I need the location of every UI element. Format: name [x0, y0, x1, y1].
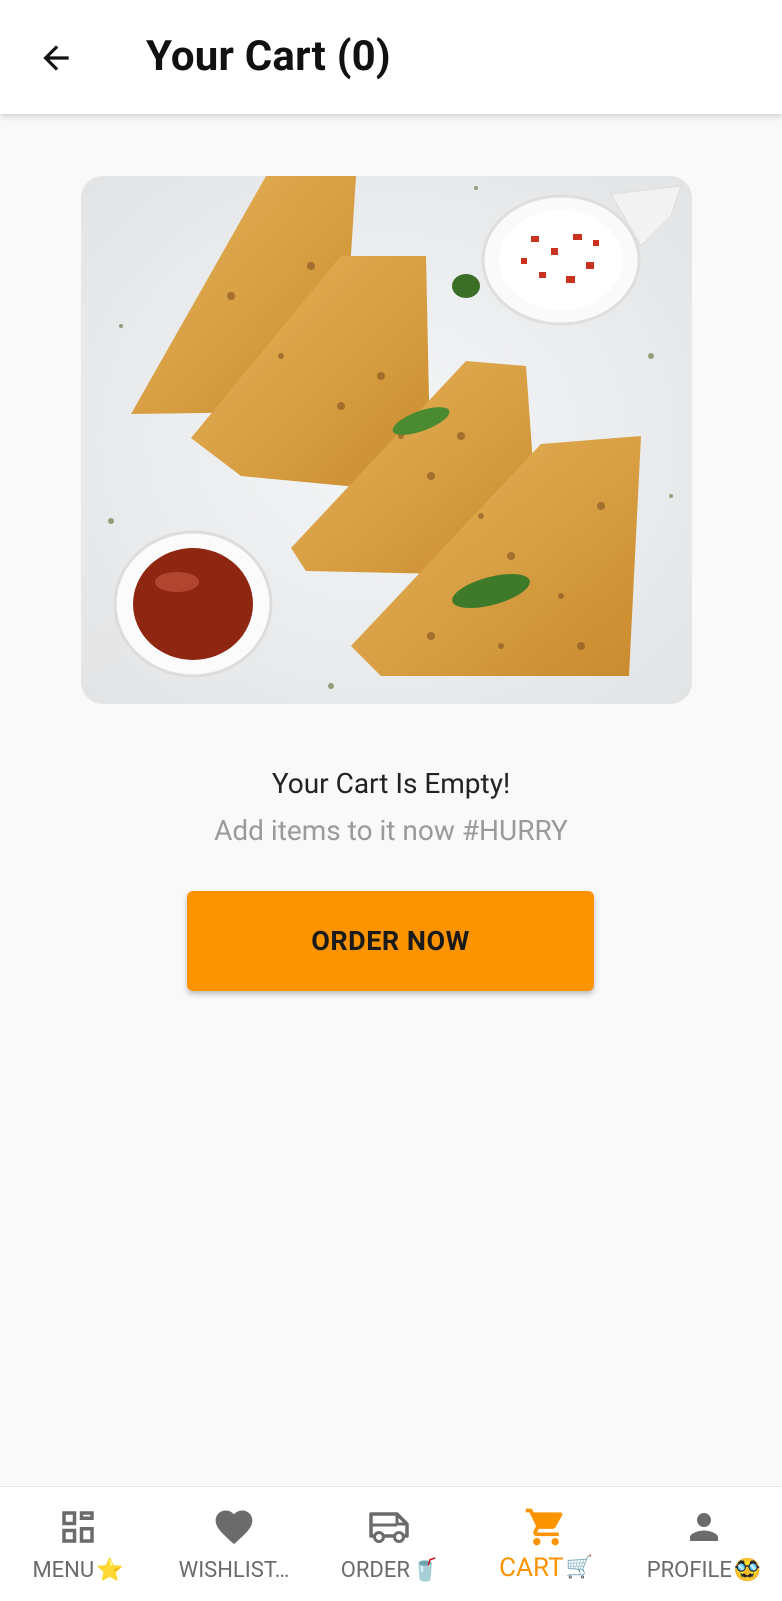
- shopping-cart-icon: [524, 1505, 568, 1549]
- back-button[interactable]: [26, 28, 86, 88]
- nav-label-cart: CART: [499, 1553, 564, 1583]
- star-emoji: ⭐: [96, 1558, 124, 1583]
- nav-label-profile: PROFILE: [646, 1558, 732, 1583]
- drink-emoji: 🥤: [411, 1558, 440, 1583]
- nav-item-menu[interactable]: MENU ⭐: [0, 1487, 156, 1601]
- nav-label-wishlist: WISHLIST…: [178, 1558, 290, 1583]
- page-title: Your Cart (0): [146, 32, 391, 81]
- nav-label-order: ORDER: [340, 1558, 410, 1583]
- empty-cart-food-image: [81, 176, 692, 704]
- nav-item-order[interactable]: ORDER 🥤: [312, 1487, 468, 1601]
- nav-label-menu: MENU: [32, 1558, 95, 1583]
- heart-icon: [212, 1505, 256, 1549]
- delivery-van-icon: [367, 1505, 413, 1549]
- menu-grid-icon: [57, 1505, 99, 1549]
- nav-item-wishlist[interactable]: WISHLIST…: [156, 1487, 312, 1601]
- empty-cart-subtitle: Add items to it now #HURRY: [214, 814, 568, 847]
- app-bar: Your Cart (0): [0, 0, 782, 114]
- bottom-navigation: MENU ⭐ WISHLIST… ORDER 🥤 CART 🛒 PROFILE …: [0, 1486, 782, 1601]
- person-icon: [683, 1505, 725, 1549]
- cart-emoji: 🛒: [565, 1555, 593, 1580]
- order-now-button[interactable]: ORDER NOW: [187, 891, 594, 991]
- disguise-emoji: 🥸: [733, 1558, 762, 1583]
- arrow-left-icon: [43, 45, 69, 71]
- nav-item-cart[interactable]: CART 🛒: [468, 1487, 624, 1601]
- nav-item-profile[interactable]: PROFILE 🥸: [626, 1487, 782, 1601]
- empty-cart-title: Your Cart Is Empty!: [271, 767, 511, 800]
